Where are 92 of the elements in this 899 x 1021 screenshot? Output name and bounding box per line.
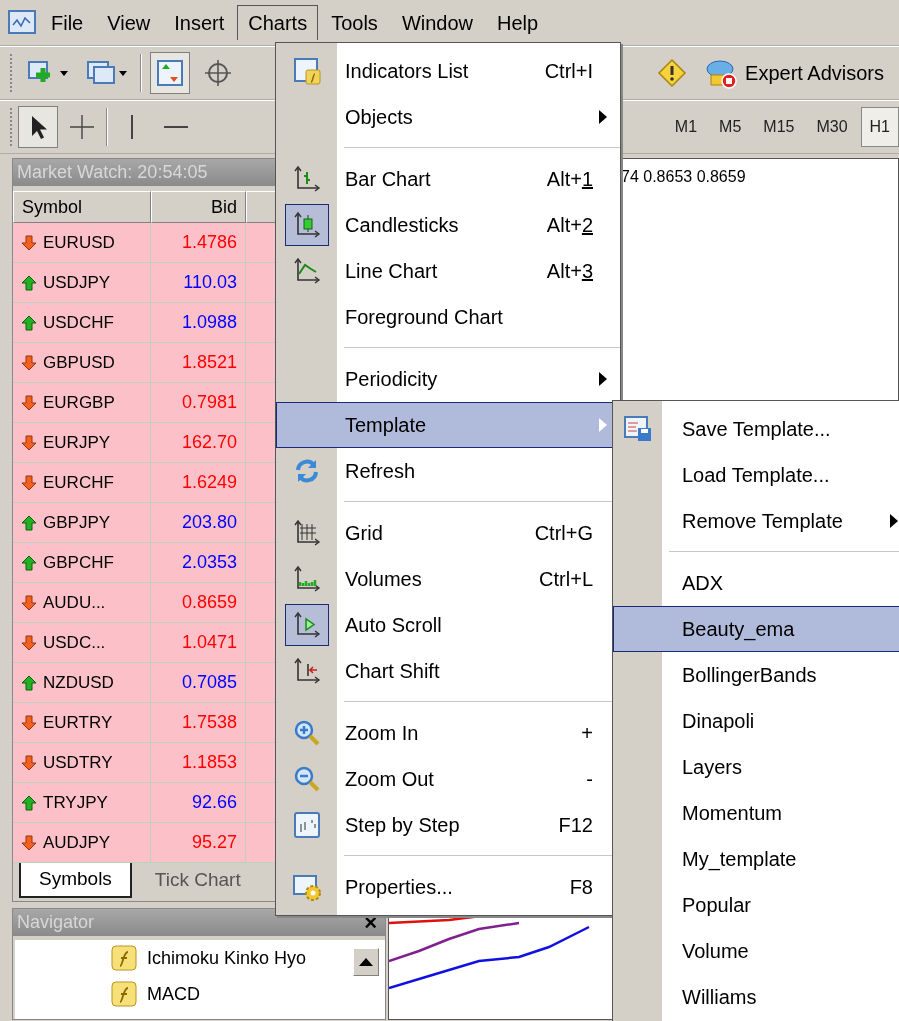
menu-item[interactable]: BollingerBands: [613, 652, 899, 698]
bid-price: 0.7085: [181, 671, 237, 694]
scroll-up-icon[interactable]: [359, 958, 373, 966]
expert-advisors-button[interactable]: Expert Advisors: [700, 54, 889, 92]
menu-item[interactable]: Help: [486, 4, 550, 41]
zoom-in-icon: [292, 718, 322, 748]
menu-item[interactable]: Tools: [320, 4, 389, 41]
menu-item[interactable]: Charts: [237, 5, 319, 40]
symbol-name: AUDJPY: [43, 831, 111, 854]
vertical-line-icon: [130, 115, 134, 139]
price-readout: 74 0.8653 0.8659: [621, 168, 746, 185]
candlestick-icon: [292, 210, 322, 240]
auto-scroll-icon: [292, 610, 322, 640]
menu-item[interactable]: Objects: [276, 94, 620, 140]
timeframe-button[interactable]: M15: [754, 107, 804, 147]
panel-title: Navigator: [17, 911, 95, 934]
bid-price: 1.1853: [181, 751, 237, 774]
menu-item[interactable]: ADX: [613, 560, 899, 606]
bid-price: 2.0353: [181, 551, 237, 574]
cursor-tool[interactable]: [18, 106, 58, 148]
menu-item[interactable]: Indicators List Ctrl+I: [276, 48, 620, 94]
bid-price: 1.7538: [181, 711, 237, 734]
bar-chart-icon: [292, 164, 322, 194]
menu-item[interactable]: Layers: [613, 744, 899, 790]
menu-item[interactable]: Insert: [163, 4, 236, 41]
panel-tab[interactable]: Tick Chart: [135, 863, 260, 898]
menu-item[interactable]: Momentum: [613, 790, 899, 836]
chart-shift-icon: [292, 656, 322, 686]
symbol-name: USDJPY: [43, 271, 111, 294]
crosshair-icon: [203, 58, 233, 88]
symbol-name: USDTRY: [43, 751, 113, 774]
bid-price: 1.4786: [181, 231, 237, 254]
bid-price: 162.70: [181, 431, 237, 454]
menu-item[interactable]: Williams: [613, 974, 899, 1020]
bid-price: 1.0471: [181, 631, 237, 654]
symbol-name: NZDUSD: [43, 671, 114, 694]
grid-icon: [292, 518, 322, 548]
symbol-name: USDCHF: [43, 311, 114, 334]
symbol-name: TRYJPY: [43, 791, 108, 814]
symbol-name: USDC...: [43, 631, 106, 654]
bid-price: 1.0988: [181, 311, 237, 334]
menu-item[interactable]: Dinapoli: [613, 698, 899, 744]
window-icon: [292, 56, 322, 86]
menu-item[interactable]: My_template: [613, 836, 899, 882]
zoom-out-icon: [292, 764, 322, 794]
function-icon: [111, 981, 137, 1007]
column-header: Symbol: [13, 191, 151, 223]
symbol-name: GBPUSD: [43, 351, 115, 374]
timeframe-button[interactable]: M5: [710, 107, 751, 147]
bid-price: 1.6249: [181, 471, 237, 494]
caret-icon: [60, 70, 68, 76]
app-icon: [8, 9, 38, 36]
horizontal-line-icon: [164, 125, 188, 129]
tree-item[interactable]: MACD: [147, 980, 200, 1008]
caret-icon: [119, 70, 127, 76]
symbol-name: EURJPY: [43, 431, 111, 454]
symbol-name: EURCHF: [43, 471, 114, 494]
column-header: Bid: [151, 191, 246, 223]
symbol-name: GBPJPY: [43, 511, 111, 534]
timeframe-button[interactable]: M1: [665, 107, 707, 147]
bid-price: 110.03: [183, 271, 237, 294]
menu-item[interactable]: Popular: [613, 882, 899, 928]
menu-item[interactable]: Load Template...: [613, 452, 899, 498]
menu-item[interactable]: Beauty_ema: [613, 606, 899, 652]
timeframe-button[interactable]: H1: [860, 107, 899, 147]
line-chart-icon: [292, 256, 322, 286]
crosshair-icon: [67, 112, 97, 142]
bid-price: 1.8521: [181, 351, 237, 374]
bid-price: 95.27: [191, 831, 237, 854]
menu-item[interactable]: Volume: [613, 928, 899, 974]
volumes-icon: [292, 564, 322, 594]
menu-item[interactable]: View: [96, 4, 162, 41]
symbol-name: EURTRY: [43, 711, 113, 734]
symbol-name: GBPCHF: [43, 551, 114, 574]
panel-tab[interactable]: Symbols: [19, 863, 132, 898]
menu-item[interactable]: Remove Template: [613, 498, 899, 544]
menu-item[interactable]: Window: [390, 4, 484, 41]
symbol-name: EURUSD: [43, 231, 115, 254]
close-button[interactable]: ×: [360, 909, 381, 936]
bid-price: 0.8659: [181, 591, 237, 614]
bid-price: 92.66: [191, 791, 237, 814]
properties-icon: [292, 872, 322, 902]
warning-icon: [657, 58, 688, 88]
menu-item[interactable]: File: [40, 4, 95, 41]
tree-item[interactable]: Ichimoku Kinko Hyo: [147, 944, 307, 972]
save-template-icon: [623, 414, 653, 444]
timeframe-button[interactable]: M30: [807, 107, 857, 147]
symbol-name: EURGBP: [43, 391, 115, 414]
symbol-name: AUDU...: [43, 591, 106, 614]
bid-price: 203.80: [181, 511, 237, 534]
function-icon: [111, 945, 137, 971]
bid-price: 0.7981: [181, 391, 237, 414]
